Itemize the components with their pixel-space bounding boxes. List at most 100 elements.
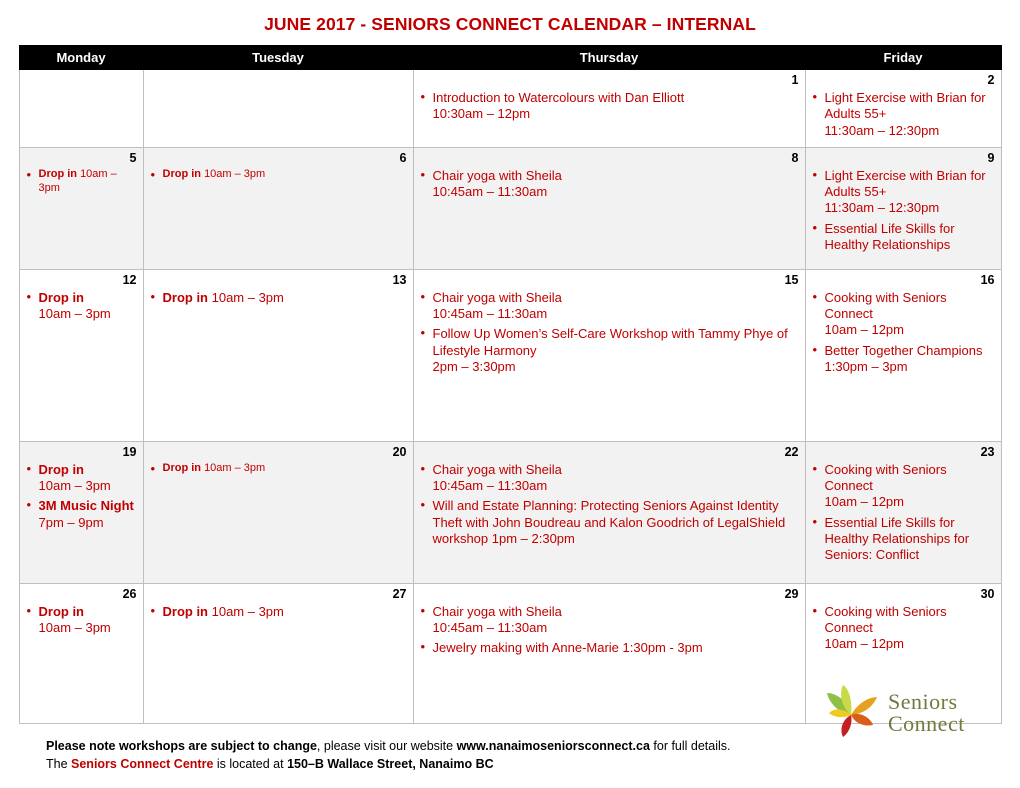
event-item[interactable]: Will and Estate Planning: Protecting Sen… <box>420 497 799 547</box>
event-list: Drop in 10am – 3pm <box>26 167 137 196</box>
calendar-day-cell[interactable] <box>18 69 144 148</box>
day-cell-body <box>20 70 143 94</box>
calendar-day-cell[interactable] <box>142 69 414 148</box>
calendar-day-cell[interactable]: 26 Drop in10am – 3pm <box>18 582 144 724</box>
event-item[interactable]: Drop in 10am – 3pm <box>150 289 407 306</box>
day-number: 27 <box>392 586 407 601</box>
event-list: Drop in 10am – 3pm <box>150 461 407 477</box>
event-item[interactable]: Light Exercise with Brian for Adults 55+… <box>812 167 995 217</box>
event-line: 10am – 12pm <box>824 636 905 652</box>
event-item[interactable]: Cooking with Seniors Connect10am – 12pm <box>812 603 995 653</box>
calendar-table: Monday Tuesday Thursday Friday 1 Introduc… <box>18 45 1002 724</box>
event-line: Cooking with Seniors Connect <box>824 603 947 635</box>
calendar-day-cell[interactable]: 23 Cooking with Seniors Connect10am – 12p… <box>804 440 1002 584</box>
event-item[interactable]: Follow Up Women’s Self-Care Workshop wit… <box>420 325 799 375</box>
day-cell-body <box>144 70 413 94</box>
event-item[interactable]: Cooking with Seniors Connect10am – 12pm <box>812 461 995 511</box>
event-list: Light Exercise with Brian for Adults 55+… <box>812 167 995 254</box>
footer-line2-a: The <box>46 757 72 772</box>
calendar-day-cell[interactable]: 13 Drop in 10am – 3pm <box>142 268 414 442</box>
event-line: Drop in <box>162 603 212 619</box>
calendar-day-cell[interactable]: 9 Light Exercise with Brian for Adults 55… <box>804 146 1002 270</box>
event-item[interactable]: Drop in 10am – 3pm <box>150 461 407 477</box>
event-item[interactable]: Chair yoga with Sheila10:45am – 11:30am <box>420 603 799 637</box>
event-item[interactable]: Essential Life Skills for Healthy Relati… <box>812 514 995 564</box>
day-number: 23 <box>980 444 995 459</box>
footer-website[interactable]: www.nanaimoseniorsconnect.ca <box>457 739 650 753</box>
event-line: 10:30am – 12pm <box>432 106 531 122</box>
day-number: 12 <box>122 272 137 287</box>
calendar-day-cell[interactable]: 5 Drop in 10am – 3pm <box>18 146 144 270</box>
day-cell-body: Drop in 10am – 3pm <box>144 584 413 628</box>
event-list: Light Exercise with Brian for Adults 55+… <box>812 89 995 139</box>
event-line: Introduction to Watercolours with Dan El… <box>432 90 685 105</box>
seniors-connect-logo: Seniors Connect <box>820 685 1000 743</box>
event-item[interactable]: 3M Music Night7pm – 9pm <box>26 497 137 531</box>
calendar-week-row: 12Drop in10am – 3pm13Drop in 10am – 3pm1… <box>18 268 1002 442</box>
calendar-day-cell[interactable]: 20 Drop in 10am – 3pm <box>142 440 414 584</box>
day-number: 15 <box>784 272 799 287</box>
column-header-friday: Friday <box>804 45 1002 70</box>
event-item[interactable]: Drop in 10am – 3pm <box>150 167 407 183</box>
event-item[interactable]: Chair yoga with Sheila10:45am – 11:30am <box>420 289 799 323</box>
event-item[interactable]: Drop in10am – 3pm <box>26 461 137 495</box>
day-number: 5 <box>129 150 137 165</box>
event-list: Cooking with Seniors Connect10am – 12pm <box>812 603 995 653</box>
event-item[interactable]: Drop in10am – 3pm <box>26 289 137 323</box>
event-line: Chair yoga with Sheila <box>432 167 562 183</box>
event-item[interactable]: Drop in 10am – 3pm <box>150 603 407 620</box>
event-line: 11:30am – 12:30pm <box>824 200 940 216</box>
day-cell-body: Drop in 10am – 3pm <box>144 442 413 484</box>
event-item[interactable]: Drop in10am – 3pm <box>26 603 137 637</box>
day-number: 20 <box>392 444 407 459</box>
footer-line-2: The Seniors Connect Centre is located at… <box>46 755 731 774</box>
event-line: Drop in <box>162 167 205 180</box>
day-cell-body: Chair yoga with Sheila10:45am – 11:30amW… <box>414 442 805 555</box>
calendar-page: JUNE 2017 - SENIORS CONNECT CALENDAR – I… <box>0 0 1020 788</box>
event-list: Chair yoga with Sheila10:45am – 11:30am J… <box>420 603 799 657</box>
calendar-day-cell[interactable]: 22 Chair yoga with Sheila10:45am – 11:30a… <box>412 440 806 584</box>
event-item[interactable]: Essential Life Skills for Healthy Relati… <box>812 220 995 254</box>
day-cell-body: Light Exercise with Brian for Adults 55+… <box>806 70 1001 147</box>
event-item[interactable]: Introduction to Watercolours with Dan El… <box>420 89 799 123</box>
event-item[interactable]: Chair yoga with Sheila10:45am – 11:30am <box>420 167 799 201</box>
event-list: Drop in10am – 3pm3M Music Night7pm – 9pm <box>26 461 137 531</box>
calendar-day-cell[interactable]: 8 Chair yoga with Sheila10:45am – 11:30am <box>412 146 806 270</box>
calendar-day-cell[interactable]: 6 Drop in 10am – 3pm <box>142 146 414 270</box>
day-number: 9 <box>987 150 995 165</box>
event-list: Drop in 10am – 3pm <box>150 603 407 620</box>
calendar-day-cell[interactable]: 29 Chair yoga with Sheila10:45am – 11:30a… <box>412 582 806 724</box>
day-cell-body: Chair yoga with Sheila10:45am – 11:30am <box>414 148 805 209</box>
event-line: Follow Up Women’s Self-Care Workshop wit… <box>432 326 788 358</box>
event-item[interactable]: Light Exercise with Brian for Adults 55+… <box>812 89 995 139</box>
calendar-day-cell[interactable]: 1 Introduction to Watercolours with Dan E… <box>412 69 806 148</box>
event-item[interactable]: Better Together Champions1:30pm – 3pm <box>812 342 995 376</box>
event-line: Essential Life Skills for Healthy Relati… <box>824 220 955 252</box>
day-number: 2 <box>987 73 995 87</box>
calendar-day-cell[interactable]: 19Drop in10am – 3pm3M Music Night7pm – 9… <box>18 440 144 584</box>
event-list: Cooking with Seniors Connect10am – 12pmB… <box>812 289 995 376</box>
day-cell-body: Introduction to Watercolours with Dan El… <box>414 70 805 131</box>
event-list: Chair yoga with Sheila10:45am – 11:30amF… <box>420 289 799 375</box>
column-header-thursday: Thursday <box>412 45 806 70</box>
calendar-day-cell[interactable]: 27 Drop in 10am – 3pm <box>142 582 414 724</box>
day-number: 29 <box>784 586 799 601</box>
event-line: Will and Estate Planning: Protecting Sen… <box>432 498 786 546</box>
calendar-day-cell[interactable]: 2 Light Exercise with Brian for Adults 55… <box>804 69 1002 148</box>
day-cell-body: Cooking with Seniors Connect10am – 12pmB… <box>806 270 1001 383</box>
event-item[interactable]: Jewelry making with Anne-Marie 1:30pm - … <box>420 639 799 656</box>
event-line: 10am – 3pm <box>204 461 266 474</box>
event-item[interactable]: Drop in 10am – 3pm <box>26 167 137 196</box>
event-item[interactable]: Chair yoga with Sheila10:45am – 11:30am <box>420 461 799 495</box>
leaf-logo-icon <box>827 685 877 737</box>
day-cell-body: Cooking with Seniors Connect10am – 12pm <box>806 584 1001 661</box>
event-item[interactable]: Cooking with Seniors Connect10am – 12pm <box>812 289 995 339</box>
event-list: Drop in10am – 3pm <box>26 603 137 637</box>
calendar-day-cell[interactable]: 16 Cooking with Seniors Connect10am – 12p… <box>804 268 1002 442</box>
event-line: 10:45am – 11:30am <box>432 184 548 199</box>
footer-line2-b: is located at <box>213 757 288 772</box>
footer-note-end: for full details. <box>649 738 731 753</box>
footer-note-bold: Please note workshops are subject to cha… <box>46 738 317 753</box>
calendar-day-cell[interactable]: 12 Drop in10am – 3pm <box>18 268 144 442</box>
calendar-day-cell[interactable]: 15 Chair yoga with Sheila10:45am – 11:30a… <box>412 268 806 442</box>
